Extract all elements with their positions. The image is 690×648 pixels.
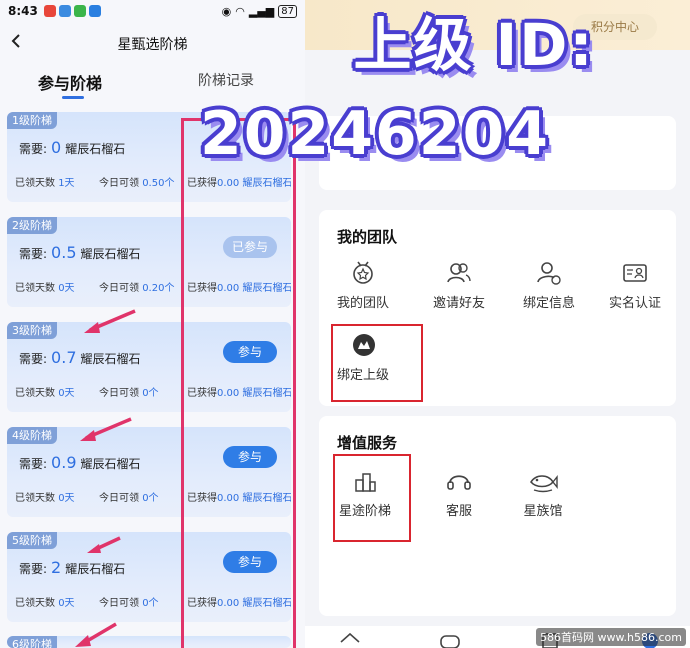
bind-info-item[interactable]: 绑定信息 [509, 260, 589, 311]
overlay-title: 上级 ID: [353, 11, 595, 79]
game-icon[interactable] [439, 632, 461, 648]
grid-label: 绑定信息 [522, 296, 575, 311]
notification-icon [88, 5, 101, 17]
grid-label: 客服 [445, 504, 472, 519]
annotation-arrow-icon [87, 536, 121, 553]
ladder-level: 6级阶梯 [7, 636, 57, 648]
need-text: 需要: 0.7 耀辰石榴石 [19, 348, 141, 367]
id-card-icon [623, 264, 647, 282]
ladder-level: 2级阶梯 [7, 217, 57, 234]
tab-indicator [62, 96, 84, 99]
medal-icon [353, 261, 373, 284]
status-time: 8:43 [8, 4, 38, 18]
user-link-icon [537, 262, 561, 285]
my-team-item[interactable]: 我的团队 [323, 260, 403, 311]
services-section-title: 增值服务 [337, 434, 398, 452]
home-icon[interactable] [339, 632, 361, 648]
annotation-arrow-icon [80, 417, 132, 441]
real-name-item[interactable]: 实名认证 [595, 260, 675, 311]
need-text: 需要: 2 耀辰石榴石 [19, 558, 126, 577]
annotation-box [181, 118, 296, 648]
ladder-level: 3级阶梯 [7, 322, 57, 339]
ladder-level: 1级阶梯 [7, 112, 57, 129]
need-text: 需要: 0.9 耀辰石榴石 [19, 453, 141, 472]
grid-label: 邀请好友 [432, 296, 485, 311]
notification-icon [58, 5, 71, 17]
annotation-arrow-icon [84, 309, 136, 333]
tab-ladder-record[interactable]: 阶梯记录 [198, 70, 254, 90]
overlay-id: 20246204 [200, 99, 550, 169]
highlight-box [331, 324, 423, 402]
star-clan-item[interactable]: 星族馆 [503, 468, 583, 519]
eye-icon: ◉ [221, 4, 232, 18]
wifi-icon: ◠ [235, 4, 245, 18]
grid-label: 星族馆 [523, 504, 563, 519]
notification-icon [43, 5, 56, 17]
notification-icon [73, 5, 86, 17]
need-text: 需要: 0.5 耀辰石榴石 [19, 243, 141, 262]
grid-label: 我的团队 [336, 296, 389, 311]
headset-icon [447, 475, 471, 490]
team-section-title: 我的团队 [337, 228, 398, 246]
grid-label: 实名认证 [608, 296, 661, 311]
fish-icon [530, 475, 558, 493]
invite-friends-item[interactable]: 邀请好友 [419, 260, 499, 311]
highlight-box [333, 454, 411, 542]
tab-join-ladder[interactable]: 参与阶梯 [38, 70, 102, 94]
customer-service-item[interactable]: 客服 [419, 468, 499, 519]
friends-icon [447, 263, 471, 283]
ladder-level: 5级阶梯 [7, 532, 57, 549]
ladder-level: 4级阶梯 [7, 427, 57, 444]
watermark: 586首码网 www.h586.com [536, 628, 686, 646]
need-text: 需要: 0 耀辰石榴石 [19, 138, 126, 157]
annotation-arrow-icon [75, 622, 117, 647]
